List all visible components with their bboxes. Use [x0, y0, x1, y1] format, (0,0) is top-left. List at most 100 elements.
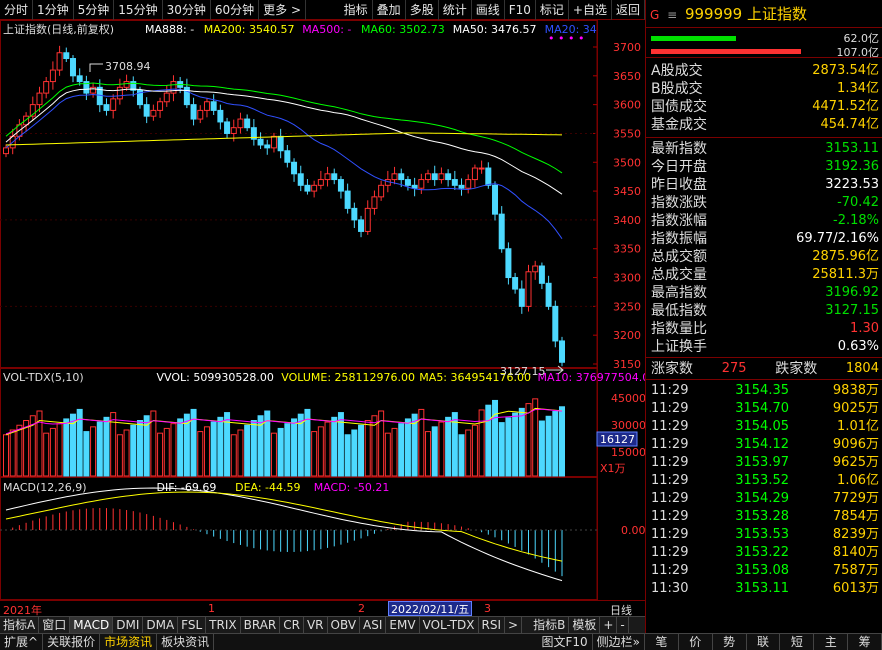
bottom-tab-3[interactable]: 板块资讯	[157, 634, 215, 650]
indicator-tab-4[interactable]: DMA	[143, 617, 179, 633]
indicator-tab-9[interactable]: VR	[304, 617, 328, 633]
candle-body	[485, 167, 492, 186]
panel-tab-4[interactable]: 短	[780, 634, 815, 650]
toolbar-action-1[interactable]: 叠加	[373, 0, 406, 20]
toolbar-period-6[interactable]: 更多 >	[259, 0, 307, 20]
tick-volume: 9025万	[832, 401, 879, 416]
ma20-line	[5, 88, 563, 239]
toolbar-action-4[interactable]: 画线	[472, 0, 505, 20]
stat-row: 上证换手 0.63%	[646, 338, 882, 356]
indicator-tab-1[interactable]: 窗口	[39, 617, 71, 633]
volume-bar	[438, 421, 445, 477]
indicator-tab-11[interactable]: ASI	[360, 617, 387, 633]
panel-tab-0[interactable]: 笔	[645, 634, 679, 650]
stat-value: 3223.53	[825, 177, 879, 192]
indicator-tab-16[interactable]: 指标B	[530, 617, 570, 633]
stat-value: -2.18%	[833, 213, 879, 228]
indicator-tab-2[interactable]: MACD	[70, 617, 114, 633]
indicator-tab-6[interactable]: TRIX	[206, 617, 241, 633]
volume-bar	[485, 404, 492, 477]
indicator-tab-7[interactable]: BRAR	[241, 617, 281, 633]
bottom-right-tab-1[interactable]: 侧边栏»	[593, 634, 645, 650]
candle-body	[197, 109, 204, 120]
indicator-tab-0[interactable]: 指标A	[0, 617, 40, 633]
toolbar-period-3[interactable]: 15分钟	[114, 0, 163, 20]
tick-time: 11:29	[651, 437, 689, 452]
volume-label-3: MA10: 376977504.00	[538, 371, 646, 384]
candle-body	[123, 81, 130, 88]
tick-row[interactable]: 11:29 3153.53 8239万	[646, 526, 882, 544]
indicator-tab-14[interactable]: RSI	[479, 617, 506, 633]
toolbar-period-0[interactable]: 分时	[0, 0, 34, 20]
tick-row[interactable]: 11:29 3153.22 8140万	[646, 544, 882, 562]
price-tick-label: 3300	[613, 272, 641, 285]
tick-row[interactable]: 11:29 3153.08 7587万	[646, 562, 882, 580]
volume-bar	[197, 431, 204, 477]
panel-tab-1[interactable]: 价	[679, 634, 713, 650]
turnover-row: 国债成交 4471.52亿	[646, 98, 882, 116]
candle-body	[43, 81, 50, 94]
indicator-tab-5[interactable]: FSL	[178, 617, 207, 633]
chart-area[interactable]: 上证指数(日线,前复权) MA888: - MA200: 3540.57 MA500:…	[0, 20, 656, 600]
candle-body	[425, 173, 432, 181]
tick-row[interactable]: 11:29 3154.29 7729万	[646, 490, 882, 508]
indicator-tab-15[interactable]: >	[505, 617, 523, 633]
toolbar-action-0[interactable]: 指标	[340, 0, 373, 20]
toolbar-action-5[interactable]: F10	[505, 0, 536, 20]
indicator-tab-18[interactable]: +	[600, 617, 618, 633]
toolbar-action-6[interactable]: 标记	[536, 0, 569, 20]
candle-body	[311, 184, 318, 192]
volume-bar	[431, 426, 438, 477]
indicator-tab-10[interactable]: OBV	[328, 617, 361, 633]
indicator-tab-3[interactable]: DMI	[113, 617, 144, 633]
panel-tab-6[interactable]: 筹	[848, 634, 882, 650]
indicator-tab-19[interactable]: -	[617, 617, 629, 633]
panel-tab-5[interactable]: 主	[814, 634, 849, 650]
ma60-line	[5, 82, 563, 174]
stat-label: 最低指数	[651, 303, 707, 319]
tick-list[interactable]: 11:29 3154.35 9838万 11:29 3154.70 9025万 11:29 3…	[646, 380, 882, 598]
turnover-value: 4471.52亿	[812, 99, 879, 114]
indicator-tab-17[interactable]: 模板	[569, 617, 601, 633]
volume-bar	[391, 427, 398, 477]
menu-icon[interactable]: ≡	[667, 8, 677, 22]
tick-row[interactable]: 11:29 3154.35 9838万	[646, 382, 882, 400]
bottom-tab-1[interactable]: 关联报价	[43, 634, 101, 650]
volume-bar	[123, 429, 130, 477]
toolbar-period-4[interactable]: 30分钟	[163, 0, 211, 20]
stat-label: 最新指数	[651, 141, 707, 157]
kline-chart-svg[interactable]: 上证指数(日线,前复权) MA888: - MA200: 3540.57 MA500:…	[0, 20, 656, 600]
tick-row[interactable]: 11:29 3153.52 1.06亿	[646, 472, 882, 490]
turnover-value: 2873.54亿	[812, 63, 879, 78]
toolbar-action-7[interactable]: +自选	[569, 0, 612, 20]
tick-row[interactable]: 11:29 3154.05 1.01亿	[646, 418, 882, 436]
tick-price: 3154.05	[735, 419, 789, 434]
toolbar-action-3[interactable]: 统计	[439, 0, 472, 20]
toolbar-action-2[interactable]: 多股	[406, 0, 439, 20]
bottom-right-tab-0[interactable]: 图文F10	[537, 634, 593, 650]
bottom-tab-2[interactable]: 市场资讯	[100, 634, 158, 650]
inflow-bar	[651, 36, 736, 41]
volume-bar	[90, 426, 97, 477]
tick-row[interactable]: 11:29 3154.12 9096万	[646, 436, 882, 454]
turnover-label: 基金成交	[651, 117, 707, 133]
tick-row[interactable]: 11:29 3153.28 7854万	[646, 508, 882, 526]
volume-bar	[398, 423, 405, 477]
tick-row[interactable]: 11:29 3154.70 9025万	[646, 400, 882, 418]
toolbar-period-5[interactable]: 60分钟	[211, 0, 260, 20]
candle-body	[351, 207, 358, 221]
indicator-tab-12[interactable]: EMV	[386, 617, 420, 633]
toolbar-period-1[interactable]: 1分钟	[33, 0, 74, 20]
panel-tab-3[interactable]: 联	[747, 634, 781, 650]
bottom-tab-0[interactable]: 扩展^	[0, 634, 44, 650]
panel-tab-2[interactable]: 势	[713, 634, 747, 650]
tick-row[interactable]: 11:30 3153.11 6013万	[646, 580, 882, 598]
candle-body	[471, 167, 478, 181]
toolbar-action-8[interactable]: 返回	[612, 0, 645, 20]
toolbar-period-2[interactable]: 5分钟	[74, 0, 115, 20]
volume-unit: X1万	[600, 462, 626, 475]
tick-row[interactable]: 11:29 3153.97 9625万	[646, 454, 882, 472]
volume-bar	[9, 429, 16, 477]
indicator-tab-13[interactable]: VOL-TDX	[420, 617, 479, 633]
indicator-tab-8[interactable]: CR	[280, 617, 304, 633]
